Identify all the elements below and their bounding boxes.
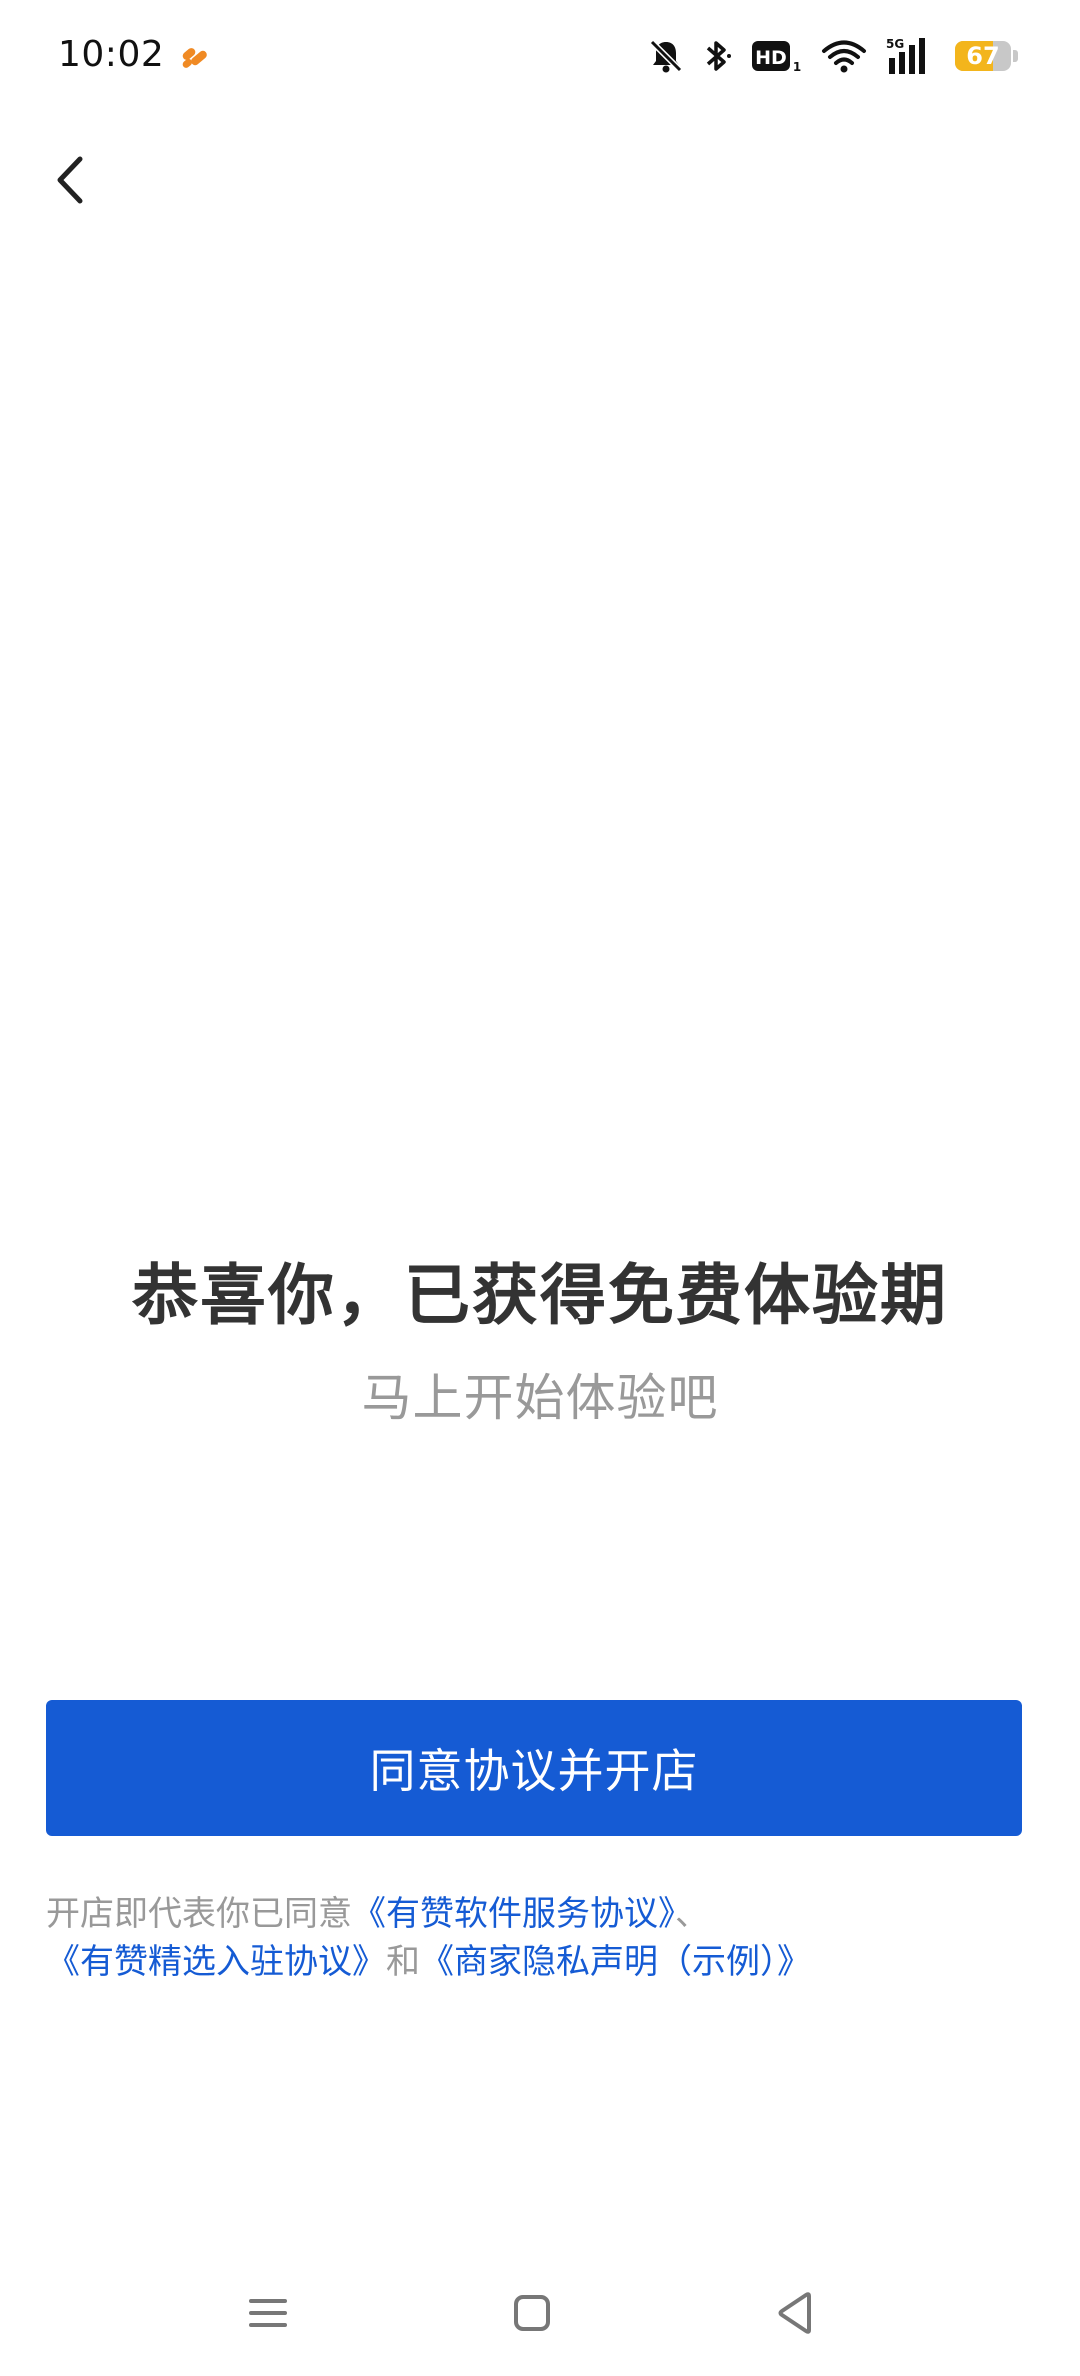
mute-bell-icon	[649, 39, 683, 73]
home-icon	[514, 2295, 550, 2331]
selection-entry-agreement-link[interactable]: 《有赞精选入驻协议》	[46, 1942, 386, 1982]
nav-home-button[interactable]	[492, 2278, 572, 2348]
software-service-agreement-link[interactable]: 《有赞软件服务协议》	[352, 1894, 675, 1934]
page-title: 恭喜你，已获得免费体验期	[132, 1257, 948, 1334]
back-triangle-icon	[778, 2292, 811, 2334]
merchant-privacy-statement-link[interactable]: 《商家隐私声明（示例）》	[420, 1942, 811, 1982]
app-notification-icon	[182, 48, 207, 68]
agreement-conjunction: 和	[386, 1942, 420, 1982]
agreement-separator: 、	[675, 1894, 709, 1934]
status-icons: HD 1 5G 67	[647, 36, 1018, 76]
bluetooth-icon	[706, 41, 731, 71]
agree-and-open-store-button[interactable]: 同意协议并开店	[46, 1700, 1022, 1836]
wifi-icon	[822, 40, 866, 73]
nav-menu-button[interactable]	[228, 2278, 308, 2348]
battery-icon: 67	[955, 41, 1018, 71]
system-nav-bar	[0, 2246, 1080, 2376]
status-time: 10:02	[58, 34, 165, 75]
chevron-left-icon	[57, 156, 83, 204]
menu-icon	[249, 2299, 287, 2327]
hd-label: HD	[755, 47, 787, 69]
battery-level: 67	[966, 42, 1000, 70]
network-label: 5G	[886, 37, 904, 51]
hd-voice-icon: HD 1	[752, 41, 801, 74]
nav-back-button[interactable]	[756, 2278, 836, 2348]
agreement-text: 开店即代表你已同意《有赞软件服务协议》、《有赞精选入驻协议》和《商家隐私声明（示…	[46, 1890, 1026, 1986]
cellular-signal-icon: 5G	[886, 37, 925, 74]
page-subtitle: 马上开始体验吧	[361, 1369, 719, 1427]
agreement-prefix: 开店即代表你已同意	[46, 1894, 352, 1934]
hd-sub-label: 1	[793, 60, 801, 74]
status-bar: 10:02 HD 1 5G 67	[0, 0, 1080, 120]
back-button[interactable]	[40, 140, 100, 220]
